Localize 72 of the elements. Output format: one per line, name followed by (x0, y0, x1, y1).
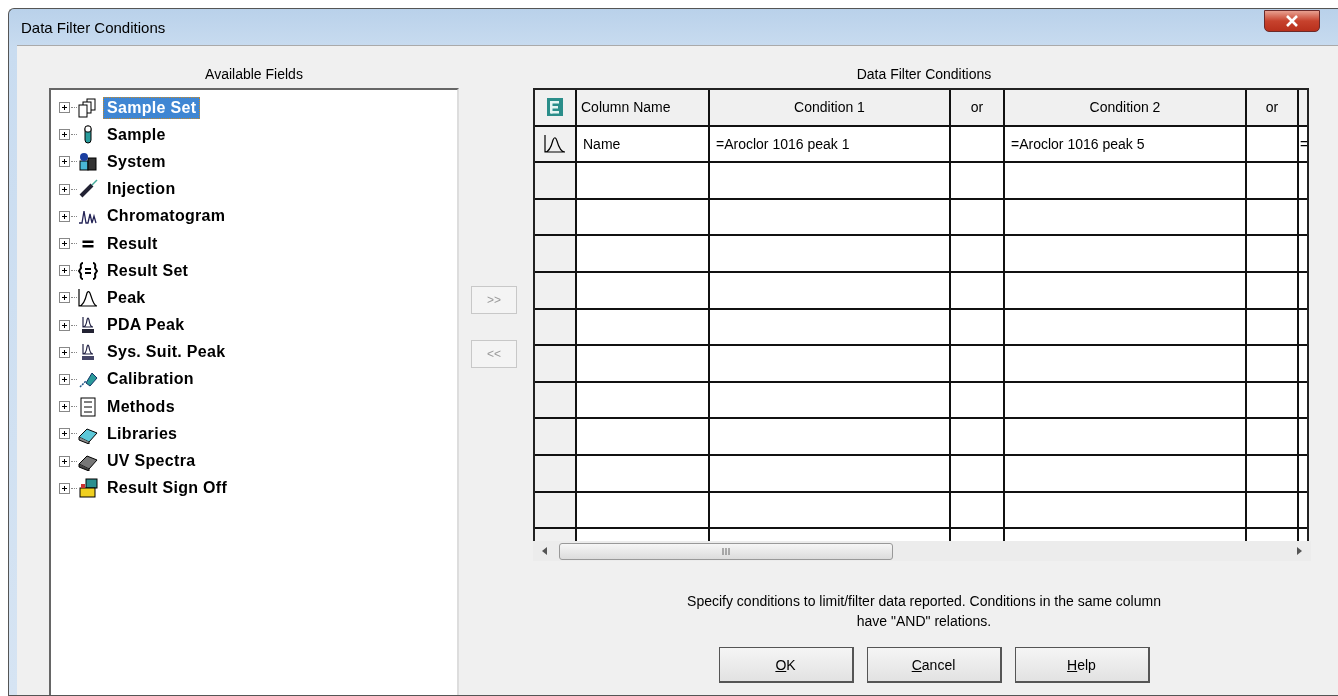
approval-icon (78, 478, 98, 499)
ok-button[interactable]: OK (718, 647, 854, 683)
tree-item[interactable]: Sample (103, 123, 170, 146)
tree-item[interactable]: Injection (103, 178, 180, 201)
row-header[interactable] (535, 272, 577, 308)
table-icon (546, 97, 564, 118)
column-header[interactable]: Condition 2 (1005, 90, 1247, 125)
window-title: Data Filter Conditions (21, 18, 166, 36)
row-header[interactable] (535, 236, 577, 271)
boxes-icon (78, 151, 98, 172)
expand-icon[interactable] (59, 156, 70, 168)
table-cell: Name (577, 126, 710, 162)
expand-icon[interactable] (59, 401, 70, 413)
expand-icon[interactable] (59, 373, 70, 385)
tree-item[interactable]: Result Set (103, 259, 193, 282)
row-header[interactable] (535, 346, 577, 381)
column-header[interactable]: or (951, 90, 1005, 125)
peak-icon (543, 133, 567, 154)
expand-icon[interactable] (59, 319, 70, 331)
table-cell: = (1299, 126, 1307, 162)
expand-icon[interactable] (59, 129, 70, 141)
documents-icon (78, 97, 98, 118)
table-cell: =Aroclor 1016 peak 1 (710, 126, 951, 162)
expand-icon[interactable] (59, 102, 70, 114)
list-icon (78, 396, 98, 417)
braces-icon (78, 260, 98, 281)
row-header[interactable] (535, 163, 577, 198)
tree-item[interactable]: Methods (103, 395, 179, 418)
tree-item[interactable]: Result (103, 232, 162, 255)
row-header[interactable] (535, 419, 577, 454)
row-header[interactable] (535, 199, 577, 235)
tree-item[interactable]: UV Spectra (103, 450, 200, 473)
cancel-button[interactable]: Cancel (866, 647, 1002, 683)
scroll-right-icon[interactable] (1295, 547, 1303, 555)
peak-icon (78, 287, 98, 308)
expand-icon[interactable] (59, 428, 70, 440)
tree-item[interactable]: Chromatogram (103, 205, 230, 228)
syringe-icon (78, 179, 98, 200)
expand-icon[interactable] (59, 238, 70, 250)
column-header[interactable]: Condition 1 (710, 90, 951, 125)
hint-text: Specify conditions to limit/filter data reported. Conditions in the same column have "AND" relations. (686, 592, 1162, 631)
row-header[interactable] (535, 455, 577, 491)
close-button[interactable] (1264, 10, 1320, 32)
close-icon (1285, 15, 1299, 27)
column-header[interactable]: Column Name (577, 90, 710, 125)
horizontal-scrollbar[interactable] (533, 541, 1311, 561)
expand-icon[interactable] (59, 292, 70, 304)
tree-item[interactable]: Peak (103, 286, 150, 309)
expand-icon[interactable] (59, 346, 70, 358)
expand-icon[interactable] (59, 210, 70, 222)
column-header[interactable]: or (1247, 90, 1299, 125)
tree-item[interactable]: Libraries (103, 422, 182, 445)
scroll-thumb[interactable] (559, 542, 893, 560)
table-cell: =Aroclor 1016 peak 5 (1005, 126, 1247, 162)
tree-item[interactable]: Calibration (103, 368, 198, 391)
tree-item[interactable]: Result Sign Off (103, 477, 232, 500)
tree-item[interactable]: System (103, 150, 170, 173)
row-header[interactable] (535, 382, 577, 418)
scroll-left-icon[interactable] (541, 547, 549, 555)
row-header[interactable] (535, 309, 577, 345)
expand-icon[interactable] (59, 183, 70, 195)
expand-icon[interactable] (59, 482, 70, 494)
expand-icon[interactable] (59, 455, 70, 467)
row-header[interactable] (535, 492, 577, 528)
tree-item[interactable]: Sys. Suit. Peak (103, 341, 230, 364)
tree-item[interactable]: PDA Peak (103, 314, 189, 337)
help-button[interactable]: Help (1014, 647, 1150, 683)
tree-item[interactable]: Sample Set (103, 96, 201, 119)
row-header[interactable] (535, 126, 577, 162)
panel-label: Data Filter Conditions (856, 66, 992, 84)
expand-icon[interactable] (59, 265, 70, 277)
panel-label: Available Fields (205, 66, 303, 84)
